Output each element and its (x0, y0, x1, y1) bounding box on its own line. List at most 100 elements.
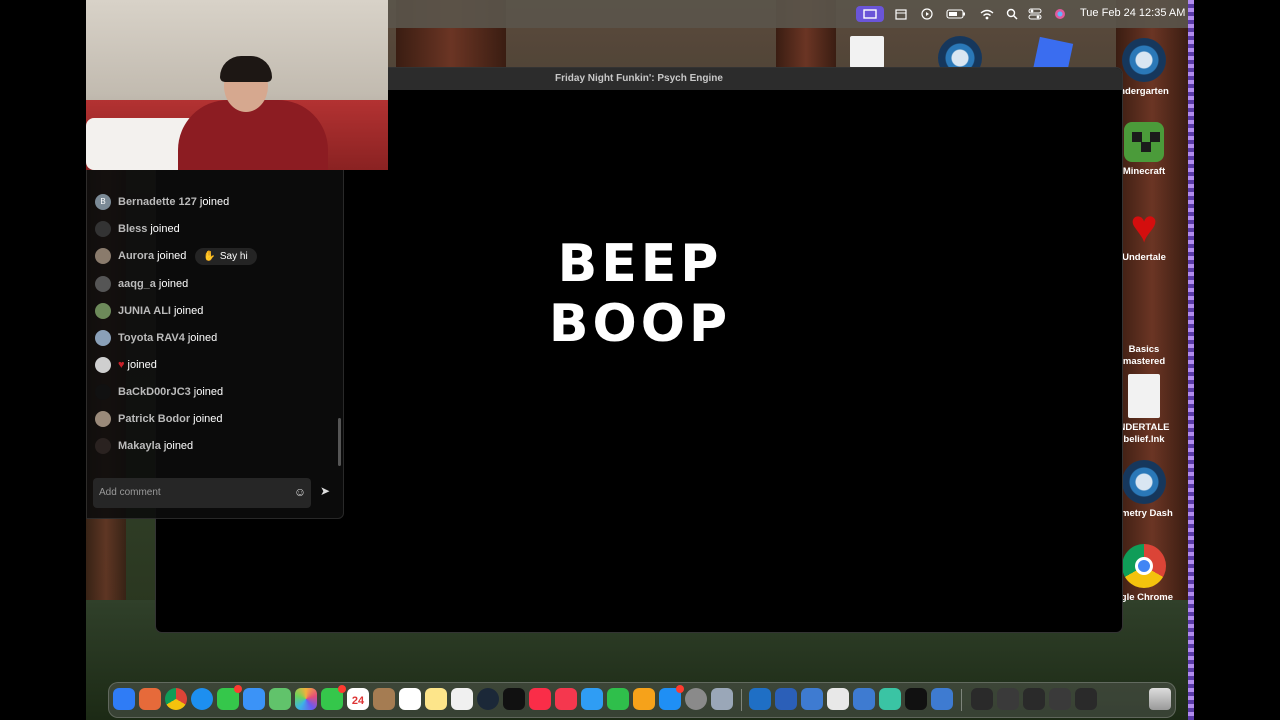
dock: 24 (108, 682, 1176, 718)
tiktok-icon[interactable] (905, 688, 927, 710)
news-icon[interactable] (555, 688, 577, 710)
numbers-icon[interactable] (607, 688, 629, 710)
steam-icon (1122, 460, 1166, 504)
emoji-icon[interactable]: ☺ (293, 485, 307, 499)
chat-username[interactable]: Toyota RAV4 (118, 332, 185, 344)
chat-row: Toyota RAV4 joined (95, 326, 217, 350)
chat-action: joined (199, 196, 230, 208)
avatar[interactable]: B (95, 194, 111, 210)
chat-username[interactable]: Makayla (118, 440, 161, 452)
maps-icon[interactable] (269, 688, 291, 710)
avatar[interactable] (95, 303, 111, 319)
word-icon[interactable] (775, 688, 797, 710)
chat-username[interactable]: BaCkD00rJC3 (118, 386, 191, 398)
dragon-game-icon[interactable] (801, 688, 823, 710)
chrome-icon[interactable] (165, 688, 187, 710)
dragon-game-icon[interactable] (931, 688, 953, 710)
live-chat-panel: B Bernadette 127 joined Bless joined Aur… (86, 170, 344, 519)
apple-tv-icon[interactable] (503, 688, 525, 710)
chat-username[interactable]: ♥ (118, 359, 125, 371)
avatar[interactable] (95, 438, 111, 454)
calendar-icon[interactable]: 24 (347, 688, 369, 710)
chat-row: Patrick Bodor joined (95, 407, 223, 431)
messages-icon[interactable] (217, 685, 242, 710)
calendar-icon[interactable] (892, 6, 910, 22)
avatar[interactable] (95, 248, 111, 264)
facetime-icon[interactable] (321, 685, 346, 710)
wifi-icon[interactable] (978, 6, 996, 22)
chat-action: joined (150, 223, 180, 235)
app-store-icon[interactable] (659, 685, 684, 710)
textedit-icon[interactable] (827, 688, 849, 710)
system-settings-icon[interactable] (685, 688, 707, 710)
window-thumbnail-icon[interactable] (1075, 688, 1097, 710)
preview-icon[interactable] (711, 688, 733, 710)
game-controller-icon[interactable] (879, 688, 901, 710)
notes-icon[interactable] (425, 688, 447, 710)
chat-row: ♥ joined (95, 353, 157, 377)
screen-share-icon[interactable] (856, 6, 884, 22)
siri-icon[interactable] (1052, 6, 1068, 22)
chat-row: BaCkD00rJC3 joined (95, 380, 223, 404)
finder-icon[interactable] (113, 688, 135, 710)
reminders-icon[interactable] (399, 688, 421, 710)
avatar[interactable] (95, 384, 111, 400)
window-thumbnail-icon[interactable] (1049, 688, 1071, 710)
outlook-icon[interactable] (749, 688, 771, 710)
menu-bar: Tue Feb 24 12:35 AM (388, 0, 1188, 28)
mail-icon[interactable] (243, 688, 265, 710)
avatar[interactable] (95, 411, 111, 427)
chat-row: Aurora joined ✋ Say hi (95, 244, 257, 268)
dock-separator (961, 689, 962, 711)
minecraft-icon (1124, 122, 1164, 162)
document-icon (1128, 374, 1160, 418)
window-thumbnail-icon[interactable] (1023, 688, 1045, 710)
keynote-icon[interactable] (581, 688, 603, 710)
chat-username[interactable]: Patrick Bodor (118, 413, 190, 425)
control-center-icon[interactable] (1026, 6, 1044, 22)
left-letterbox (0, 0, 86, 720)
chrome-icon (1122, 544, 1166, 588)
chat-username[interactable]: Bernadette 127 (118, 196, 197, 208)
game-text: BEEP BOOP (548, 234, 732, 354)
chat-username[interactable]: aaqg_a (118, 278, 156, 290)
chat-username[interactable]: Aurora (118, 250, 154, 262)
avatar[interactable] (95, 330, 111, 346)
right-letterbox (1194, 0, 1280, 720)
dock-separator (741, 689, 742, 711)
music-icon[interactable] (529, 688, 551, 710)
add-comment-input[interactable]: Add comment (93, 478, 311, 508)
chat-action: joined (158, 278, 189, 290)
avatar[interactable] (95, 357, 111, 373)
play-icon[interactable] (918, 6, 936, 22)
safari-icon[interactable] (191, 688, 213, 710)
chat-action: joined (173, 305, 204, 317)
webcam-feed (86, 0, 388, 170)
battery-icon[interactable] (944, 6, 968, 22)
chat-action: joined (127, 359, 157, 371)
chat-username[interactable]: Bless (118, 223, 147, 235)
menubar-clock[interactable]: Tue Feb 24 12:35 AM (1080, 7, 1185, 19)
pages-icon[interactable] (633, 688, 655, 710)
chat-row: aaqg_a joined (95, 272, 188, 296)
chat-action: joined (193, 386, 224, 398)
say-hi-button[interactable]: ✋ Say hi (195, 247, 257, 265)
dragon-game-icon[interactable] (853, 688, 875, 710)
steam-icon[interactable] (477, 688, 499, 710)
spotlight-icon[interactable] (1004, 6, 1020, 22)
window-thumbnail-icon[interactable] (997, 688, 1019, 710)
chat-username[interactable]: JUNIA ALI (118, 305, 171, 317)
freeform-icon[interactable] (451, 688, 473, 710)
avatar[interactable] (95, 221, 111, 237)
chat-action: joined (187, 332, 218, 344)
person-hair (220, 56, 272, 82)
photos-icon[interactable] (295, 688, 317, 710)
contacts-icon[interactable] (373, 688, 395, 710)
trash-icon[interactable] (1149, 688, 1171, 710)
send-icon[interactable]: ➤ (317, 483, 333, 499)
window-thumbnail-icon[interactable] (971, 688, 993, 710)
chat-scrollbar[interactable] (338, 418, 341, 466)
document-icon[interactable] (850, 36, 884, 68)
launchpad-icon[interactable] (139, 688, 161, 710)
avatar[interactable] (95, 276, 111, 292)
